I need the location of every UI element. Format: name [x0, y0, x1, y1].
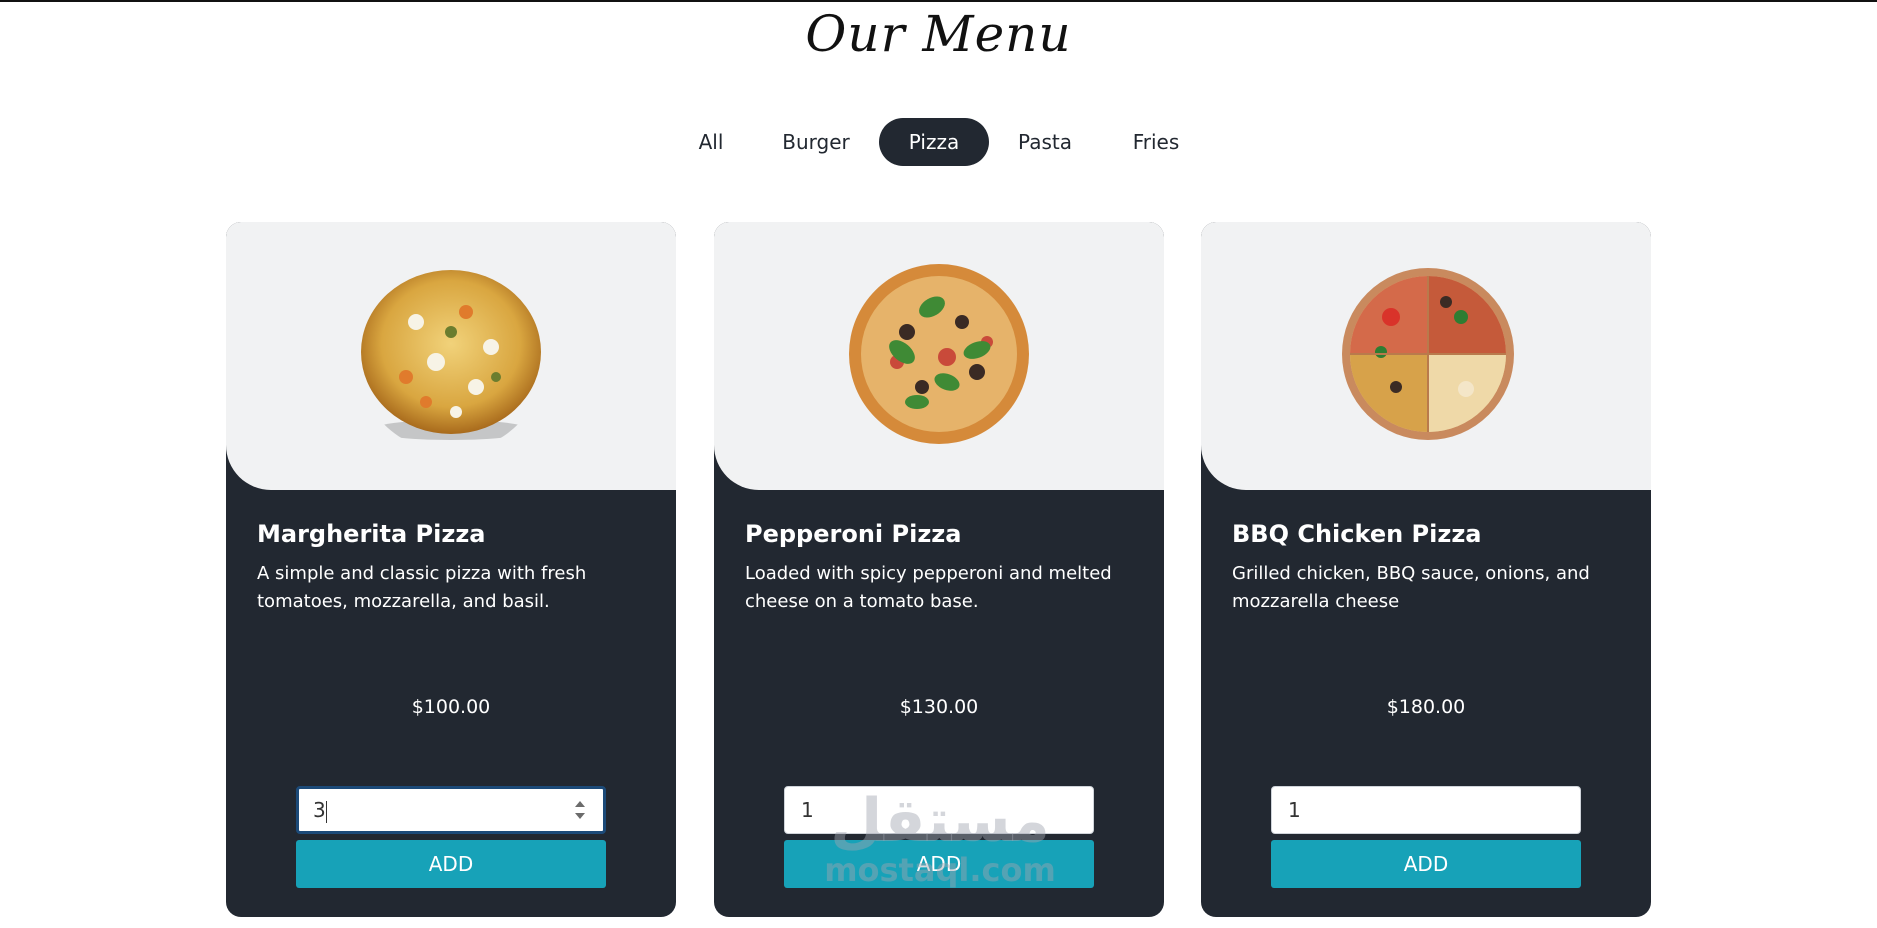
filter-all[interactable]: All	[680, 118, 742, 166]
card-title: BBQ Chicken Pizza	[1232, 520, 1482, 548]
quantity-value: 1	[1288, 798, 1301, 822]
spinner-arrows-icon[interactable]	[573, 797, 587, 823]
card-description: Loaded with spicy pepperoni and melted c…	[745, 563, 1112, 612]
top-border	[0, 0, 1877, 2]
filter-burger[interactable]: Burger	[768, 118, 864, 166]
quantity-input[interactable]: 1	[1271, 786, 1581, 834]
card-title: Pepperoni Pizza	[745, 520, 962, 548]
filter-fries[interactable]: Fries	[1111, 118, 1201, 166]
add-button[interactable]: ADD	[1271, 840, 1581, 888]
menu-card-pepperoni: Pepperoni Pizza Loaded with spicy pepper…	[714, 222, 1164, 917]
menu-card-bbq-chicken: BBQ Chicken Pizza Grilled chicken, BBQ s…	[1201, 222, 1651, 917]
filter-pasta[interactable]: Pasta	[1004, 118, 1086, 166]
filter-pizza[interactable]: Pizza	[879, 118, 989, 166]
quantity-value: 3	[313, 798, 326, 822]
card-description: A simple and classic pizza with fresh to…	[257, 563, 587, 612]
card-image-box	[226, 222, 676, 490]
card-price: $130.00	[899, 696, 979, 718]
quantity-input[interactable]: 1	[784, 786, 1094, 834]
pepperoni-pizza-image	[849, 264, 1029, 444]
card-image-box	[1201, 222, 1651, 490]
add-button[interactable]: ADD	[296, 840, 606, 888]
card-price: $180.00	[1386, 696, 1466, 718]
card-image-box	[714, 222, 1164, 490]
quantity-input[interactable]: 3	[296, 786, 606, 834]
card-description: Grilled chicken, BBQ sauce, onions, and …	[1232, 563, 1590, 612]
add-button[interactable]: ADD	[784, 840, 1094, 888]
margherita-pizza-image	[361, 270, 541, 440]
menu-card-margherita: Margherita Pizza A simple and classic pi…	[226, 222, 676, 917]
filter-menu: All Burger Pizza Pasta Fries	[0, 118, 1877, 166]
card-title: Margherita Pizza	[257, 520, 486, 548]
page-title: Our Menu	[805, 5, 1072, 63]
card-price: $100.00	[411, 696, 491, 718]
bbq-chicken-pizza-image	[1342, 268, 1514, 440]
quantity-value: 1	[801, 798, 814, 822]
